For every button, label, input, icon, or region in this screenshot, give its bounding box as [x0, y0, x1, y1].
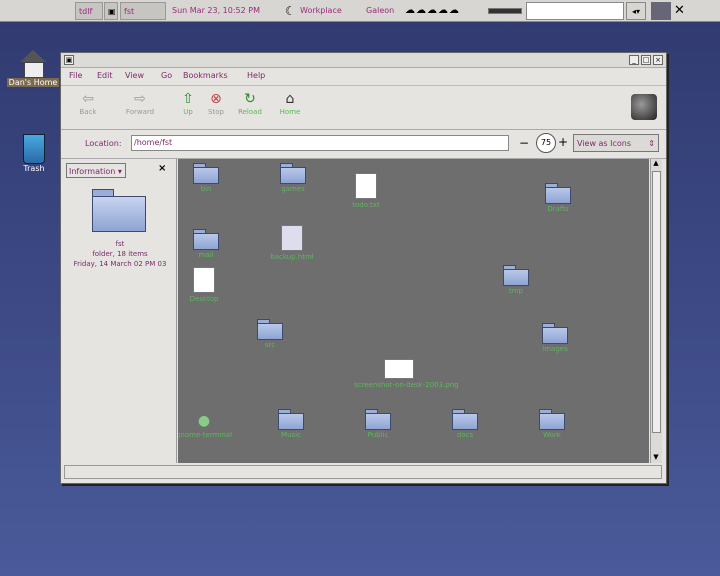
home-icon: ⌂ — [285, 91, 295, 107]
file-item[interactable]: mail — [178, 229, 236, 259]
document-icon — [193, 267, 215, 293]
back-button[interactable]: ⇦ Back — [71, 90, 105, 116]
file-item[interactable]: Music — [261, 409, 321, 439]
folder-icon — [542, 323, 568, 344]
reload-icon: ↻ — [244, 91, 256, 107]
file-item[interactable]: ● gnome-terminal — [178, 413, 234, 439]
file-item[interactable]: todo.txt — [336, 173, 396, 209]
stop-icon: ⊗ — [210, 91, 222, 107]
home-desktop-label: Dan's Home — [6, 78, 60, 87]
trash-desktop-icon[interactable]: Trash — [6, 134, 62, 173]
taskbar-item-2[interactable]: fst — [120, 2, 166, 20]
updown-icon: ⇕ — [648, 139, 655, 148]
file-item[interactable]: backup.html — [262, 225, 322, 261]
side-pane-close-button[interactable]: × — [158, 163, 166, 174]
maximize-icon[interactable]: □ — [641, 55, 651, 65]
trash-icon — [23, 134, 45, 164]
workplace-launcher[interactable]: Workplace — [300, 2, 356, 20]
file-item[interactable]: Desktop — [178, 267, 234, 303]
pager-icon[interactable] — [651, 2, 671, 20]
back-arrow-icon: ⇦ — [82, 91, 94, 107]
file-item[interactable]: tmp — [486, 265, 546, 295]
file-item[interactable]: src — [240, 319, 300, 349]
menu-bar: File Edit View Go Bookmarks Help — [61, 68, 666, 86]
document-icon — [355, 173, 377, 199]
command-input[interactable] — [526, 2, 624, 20]
folder-icon — [193, 163, 219, 184]
folder-icon — [503, 265, 529, 286]
galeon-launcher[interactable]: Galeon — [366, 2, 402, 20]
close-icon[interactable]: × — [653, 55, 663, 65]
file-item[interactable]: Drafts — [528, 183, 588, 213]
file-manager-window: ▣ _ □ × File Edit View Go Bookmarks Help… — [60, 52, 667, 484]
taskbar-item-1[interactable]: tdlf — [75, 2, 103, 20]
file-item[interactable]: Work — [522, 409, 582, 439]
window-icon[interactable]: ▣ — [104, 2, 118, 20]
folder-icon — [365, 409, 391, 430]
status-bar — [64, 465, 662, 479]
side-pane-select[interactable]: Information ▾ — [66, 163, 126, 178]
location-bar: Location: /home/fst − 75 + View as Icons… — [61, 130, 666, 159]
trash-desktop-label: Trash — [23, 164, 45, 173]
cpu-meter — [488, 2, 522, 20]
image-file-icon — [384, 359, 414, 379]
toolbar: ⇦ Back ⇨ Forward ⇧ Up ⊗ Stop ↻ Reload ⌂ Home — [61, 86, 666, 130]
forward-arrow-icon: ⇨ — [134, 91, 146, 107]
menu-bookmarks[interactable]: Bookmarks — [183, 71, 228, 80]
drafts-folder-icon — [545, 183, 571, 204]
view-as-select[interactable]: View as Icons ⇕ — [573, 134, 659, 152]
location-input[interactable]: /home/fst — [131, 135, 509, 151]
side-info-line1: folder, 18 items — [92, 250, 148, 258]
title-bar[interactable]: ▣ _ □ × — [61, 53, 666, 68]
reload-button[interactable]: ↻ Reload — [233, 90, 267, 116]
side-info-line2: Friday, 14 March 02 PM 03 — [73, 260, 167, 268]
zoom-in-button[interactable]: + — [558, 135, 568, 149]
menu-go[interactable]: Go — [161, 71, 172, 80]
large-folder-icon — [92, 189, 146, 233]
side-pane: Information ▾ × fst folder, 18 items Fri… — [64, 159, 177, 463]
menu-file[interactable]: File — [69, 71, 82, 80]
tools-icon[interactable]: ✕ — [674, 2, 692, 20]
folder-icon — [452, 409, 478, 430]
menu-help[interactable]: Help — [247, 71, 265, 80]
folder-icon — [193, 229, 219, 250]
file-item[interactable]: Public — [348, 409, 408, 439]
window-menu-icon[interactable]: ▣ — [64, 55, 74, 65]
house-icon — [20, 50, 46, 78]
menu-edit[interactable]: Edit — [97, 71, 113, 80]
icon-view[interactable]: bin games todo.txt Drafts mail backup.ht… — [178, 159, 649, 463]
forward-button[interactable]: ⇨ Forward — [123, 90, 157, 116]
throbber-icon — [631, 94, 657, 120]
folder-icon — [257, 319, 283, 340]
arrows-icon[interactable]: ◂▾ — [626, 2, 646, 20]
zoom-out-button[interactable]: − — [519, 136, 529, 150]
home-button[interactable]: ⌂ Home — [273, 90, 307, 116]
vertical-scrollbar[interactable]: ▲ ▼ — [650, 159, 662, 463]
file-item[interactable]: games — [263, 163, 323, 193]
scroll-up-icon[interactable]: ▲ — [651, 159, 661, 169]
zoom-level[interactable]: 75 — [536, 133, 556, 153]
top-panel: tdlf ▣ fst Sun Mar 23, 10:52 PM ☾ Workpl… — [0, 0, 720, 22]
scroll-down-icon[interactable]: ▼ — [651, 453, 661, 463]
html-file-icon — [281, 225, 303, 251]
terminal-icon: ● — [197, 413, 211, 429]
file-item[interactable]: screenshot-on-desk-2003.png — [354, 359, 459, 389]
file-item[interactable]: docs — [435, 409, 495, 439]
folder-icon — [278, 409, 304, 430]
location-label: Location: — [85, 139, 122, 148]
side-folder-name: fst — [115, 240, 125, 248]
minimize-icon[interactable]: _ — [629, 55, 639, 65]
folder-icon — [539, 409, 565, 430]
weather-icons[interactable]: ☁☁☁☁☁ — [405, 2, 485, 20]
clock[interactable]: Sun Mar 23, 10:52 PM — [172, 2, 276, 20]
stop-button[interactable]: ⊗ Stop — [199, 90, 233, 116]
folder-icon — [280, 163, 306, 184]
foot-icon[interactable]: ☾ — [285, 2, 297, 20]
file-item[interactable]: images — [525, 323, 585, 353]
scroll-thumb[interactable] — [652, 171, 661, 433]
home-desktop-icon[interactable]: Dan's Home — [4, 50, 62, 87]
menu-view[interactable]: View — [125, 71, 144, 80]
file-item[interactable]: bin — [178, 163, 236, 193]
side-info: fst folder, 18 items Friday, 14 March 02… — [68, 239, 172, 269]
